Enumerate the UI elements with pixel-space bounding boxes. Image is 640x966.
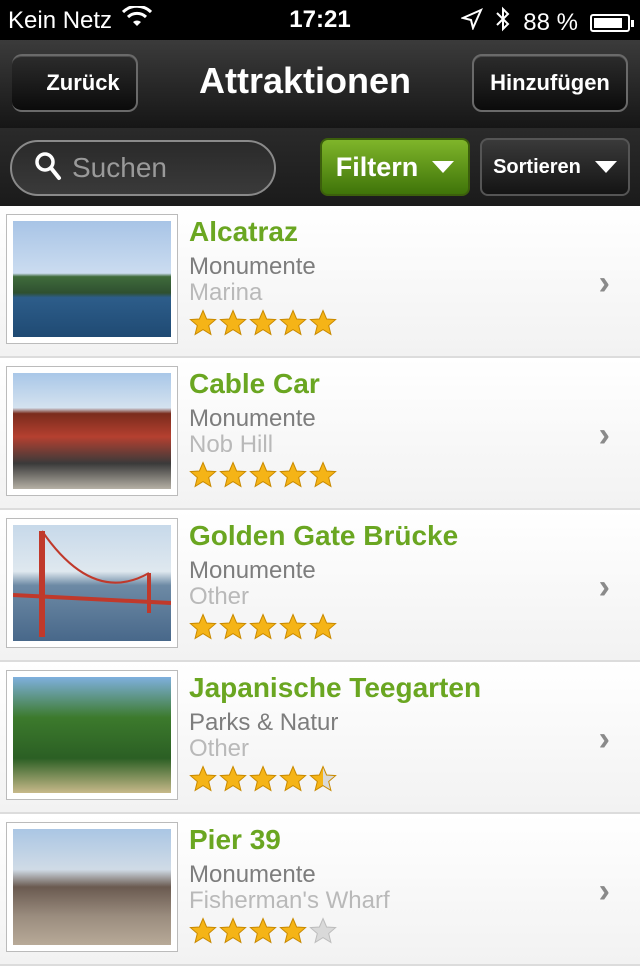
filter-button[interactable]: Filtern [320,138,470,196]
star-icon [309,765,337,792]
item-area: Other [189,735,250,762]
item-category: Monumente [189,253,316,280]
sort-button-label: Sortieren [493,155,581,178]
star-icon [279,613,307,640]
status-right: 88 % [460,6,634,39]
filter-button-label: Filtern [335,151,419,182]
item-category: Monumente [189,861,316,888]
item-area: Marina [189,279,263,306]
star-icon [279,461,307,488]
thumbnail [6,670,178,800]
item-area: Other [189,583,250,610]
chevron-right-icon: › [598,264,610,302]
add-button-label: Hinzufügen [490,70,610,95]
star-icon [219,461,247,488]
item-category: Monumente [189,405,316,432]
star-icon [219,765,247,792]
chevron-right-icon: › [598,568,610,606]
list-item[interactable]: Cable Car Monumente Nob Hill › [0,358,640,510]
star-icon [309,613,337,640]
star-icon [189,613,217,640]
golden-gate-photo [13,525,171,641]
thumbnail [6,822,178,952]
chevron-right-icon: › [598,872,610,910]
cable-car-photo [13,373,171,489]
tea-garden-photo [13,677,171,793]
page-title: Attraktionen [198,60,411,101]
star-icon [219,917,247,944]
rating-stars [189,613,337,641]
bluetooth-icon [495,6,511,39]
chevron-right-icon: › [598,720,610,758]
location-arrow-icon [460,8,484,37]
search-icon [34,151,62,186]
star-icon [189,309,217,336]
star-icon [249,765,277,792]
chevron-down-icon [432,161,455,173]
search-input[interactable]: Suchen [10,140,276,196]
star-icon [249,917,277,944]
thumbnail [6,214,178,344]
alcatraz-photo [13,221,171,337]
back-button-label: Zurück [46,70,120,95]
star-icon [189,461,217,488]
star-icon [279,917,307,944]
item-title: Alcatraz [189,216,298,247]
thumbnail [6,366,178,496]
rating-stars [189,309,337,337]
item-category: Monumente [189,557,316,584]
item-title: Japanische Teegarten [189,672,482,703]
star-icon [219,309,247,336]
add-button[interactable]: Hinzufügen [472,54,628,112]
star-icon [219,613,247,640]
star-icon [309,461,337,488]
attractions-list: Alcatraz Monumente Marina › Cable Car Mo… [0,206,640,966]
star-icon [189,765,217,792]
battery-percent: 88 % [523,8,578,36]
star-icon [309,917,337,944]
chevron-right-icon: › [598,416,610,454]
sort-button[interactable]: Sortieren [480,138,630,196]
filter-toolbar: Suchen Filtern Sortieren [0,128,640,206]
star-icon [309,309,337,336]
rating-stars [189,461,337,489]
star-icon [279,309,307,336]
list-item[interactable]: Alcatraz Monumente Marina › [0,206,640,358]
list-item[interactable]: Japanische Teegarten Parks & Natur Other… [0,662,640,814]
battery-icon [590,13,634,32]
back-button[interactable]: Zurück [12,54,138,112]
rating-stars [189,765,337,793]
item-area: Nob Hill [189,431,274,458]
status-bar: Kein Netz 17:21 88 % [0,0,640,40]
item-title: Cable Car [189,368,320,399]
star-icon [249,461,277,488]
pier-39-photo [13,829,171,945]
star-icon [249,309,277,336]
star-icon [279,765,307,792]
item-title: Golden Gate Brücke [189,520,459,551]
star-icon [249,613,277,640]
item-title: Pier 39 [189,824,281,855]
thumbnail [6,518,178,648]
star-icon [189,917,217,944]
list-item[interactable]: Pier 39 Monumente Fisherman's Wharf › [0,814,640,966]
list-item[interactable]: Golden Gate Brücke Monumente Other › [0,510,640,662]
search-placeholder: Suchen [72,152,167,183]
item-category: Parks & Natur [189,709,339,736]
rating-stars [189,917,337,945]
chevron-down-icon [594,161,617,173]
item-area: Fisherman's Wharf [189,887,390,914]
navigation-bar: Zurück Attraktionen Hinzufügen [0,40,640,128]
